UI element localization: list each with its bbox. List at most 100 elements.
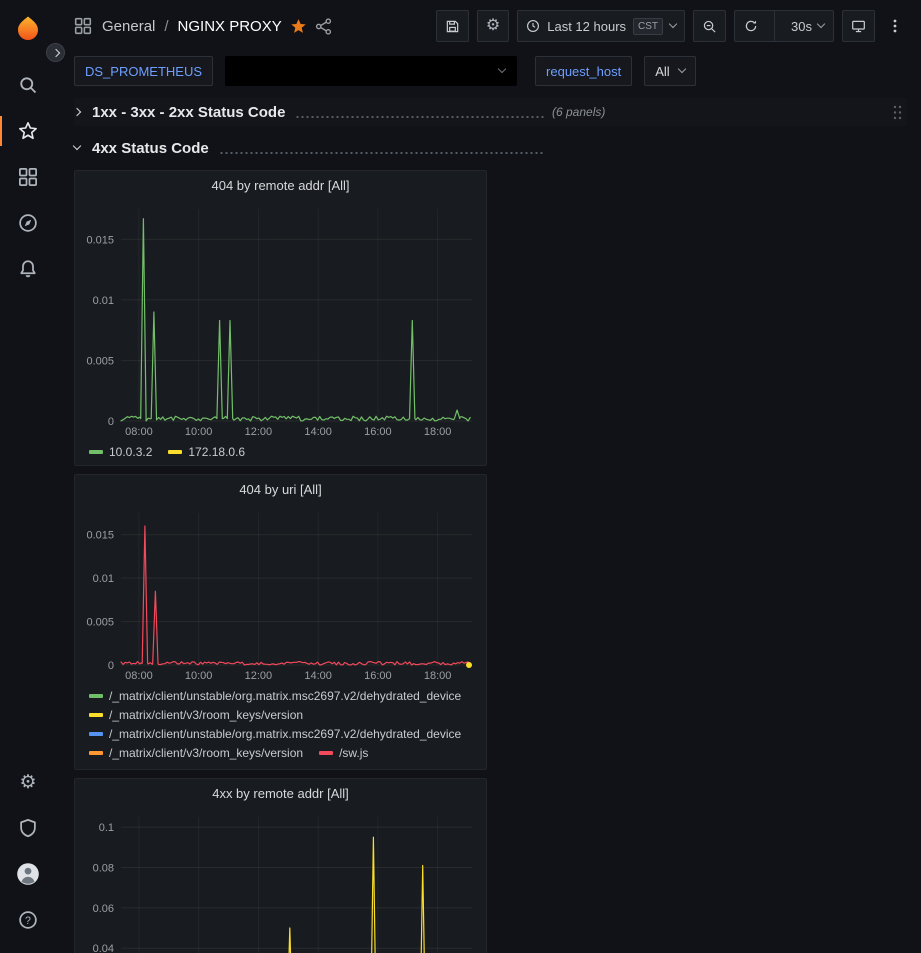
row-drag-handle[interactable] [892, 104, 903, 121]
svg-text:0.005: 0.005 [86, 355, 114, 367]
refresh-interval-dropdown[interactable]: 30s [782, 11, 833, 41]
gear-icon: ⚙ [486, 18, 500, 34]
svg-text:0.01: 0.01 [93, 573, 114, 585]
legend-item[interactable]: /_matrix/client/v3/room_keys/version [89, 745, 303, 761]
time-range-label: Last 12 hours [547, 19, 626, 34]
save-icon [445, 19, 460, 34]
sidebar-item-alerting[interactable] [0, 246, 56, 292]
chevron-down-icon [74, 147, 92, 149]
svg-text:0: 0 [108, 416, 114, 428]
request-host-select[interactable]: All [644, 56, 695, 86]
chevron-down-icon [817, 20, 825, 28]
sidebar-item-server-admin[interactable] [0, 805, 56, 851]
legend-label: 172.18.0.6 [188, 444, 245, 460]
sidebar-item-dashboards[interactable] [0, 154, 56, 200]
svg-text:18:00: 18:00 [424, 426, 452, 438]
svg-text:10:00: 10:00 [185, 426, 213, 438]
svg-text:14:00: 14:00 [304, 670, 332, 682]
svg-text:16:00: 16:00 [364, 426, 392, 438]
chevron-right-icon [51, 48, 59, 56]
request-host-variable-label[interactable]: request_host [535, 56, 632, 86]
legend-item[interactable]: 10.0.3.2 [89, 444, 152, 460]
svg-text:08:00: 08:00 [125, 426, 153, 438]
chevron-down-icon [498, 65, 506, 73]
row-title: 4xx Status Code [92, 140, 209, 157]
legend-item[interactable]: /_matrix/client/unstable/org.matrix.msc2… [89, 688, 461, 704]
time-range-picker[interactable]: Last 12 hours CST [517, 10, 685, 42]
grafana-flame-icon [15, 15, 41, 41]
sidebar-item-starred[interactable] [0, 108, 56, 154]
save-dashboard-button[interactable] [436, 10, 469, 42]
panels-grid: 404 by remote addr [All]08:0010:0012:001… [74, 170, 907, 953]
datasource-select[interactable] [225, 56, 517, 86]
shield-icon [18, 818, 38, 838]
row-header-4xx[interactable]: 4xx Status Code [74, 134, 907, 162]
svg-text:0.005: 0.005 [86, 617, 114, 629]
monitor-icon [851, 19, 866, 34]
avatar [16, 862, 40, 886]
panel-legend: 10.0.3.2 172.18.0.6 [75, 441, 486, 465]
dashboard-settings-button[interactable]: ⚙ [477, 10, 509, 42]
panel-title[interactable]: 4xx by remote addr [All] [75, 779, 486, 807]
svg-text:0.06: 0.06 [93, 903, 114, 915]
top-bar: General / NGINX PROXY ⚙ Last 12 hours CS… [56, 0, 921, 52]
refresh-button[interactable] [735, 11, 767, 41]
sidebar-item-explore[interactable] [0, 200, 56, 246]
svg-text:0.1: 0.1 [99, 822, 114, 834]
clock-icon [526, 19, 540, 33]
variables-bar: DS_PROMETHEUS request_host All [56, 52, 921, 90]
panel: 4xx by remote addr [All]08:0010:0012:001… [74, 778, 487, 953]
time-series-chart[interactable]: 08:0010:0012:0014:0016:0018:0000.0050.01… [75, 199, 486, 441]
button-divider [774, 11, 775, 41]
dotted-leader [219, 152, 544, 154]
legend-item[interactable]: 172.18.0.6 [168, 444, 245, 460]
sidebar-item-help[interactable]: ? [0, 897, 56, 943]
compass-icon [18, 213, 38, 233]
refresh-button-group: 30s [734, 10, 834, 42]
zoom-out-time-button[interactable] [693, 10, 726, 42]
drag-dots-icon [892, 104, 903, 121]
legend-label: /_matrix/client/v3/room_keys/version [109, 745, 303, 761]
sidebar-item-profile[interactable] [0, 851, 56, 897]
sidebar-item-configuration[interactable]: ⚙ [0, 759, 56, 805]
tv-mode-button[interactable] [842, 10, 875, 42]
favorite-star-icon[interactable] [290, 18, 307, 35]
zoom-out-icon [702, 19, 717, 34]
row-header-1xx-3xx-2xx[interactable]: 1xx - 3xx - 2xx Status Code(6 panels) [74, 98, 907, 126]
page-title: NGINX PROXY [178, 18, 282, 35]
svg-text:08:00: 08:00 [125, 670, 153, 682]
search-icon [18, 75, 38, 95]
refresh-icon [744, 19, 758, 33]
time-series-chart[interactable]: 08:0010:0012:0014:0016:0018:0000.020.040… [75, 807, 486, 953]
sidebar-bottom-group: ⚙ ? [0, 759, 56, 943]
apps-grid-icon[interactable] [74, 17, 92, 35]
svg-text:12:00: 12:00 [245, 426, 273, 438]
legend-item[interactable]: /sw.js [319, 745, 368, 761]
time-series-chart[interactable]: 08:0010:0012:0014:0016:0018:0000.0050.01… [75, 503, 486, 685]
share-icon[interactable] [315, 18, 332, 35]
bell-icon [18, 259, 38, 279]
sidebar-item-search[interactable] [0, 62, 56, 108]
svg-text:10:00: 10:00 [185, 670, 213, 682]
legend-color-marker [168, 450, 182, 454]
legend-color-marker [319, 751, 333, 755]
dashboards-icon [18, 167, 38, 187]
panel-title[interactable]: 404 by uri [All] [75, 475, 486, 503]
legend-item[interactable]: /_matrix/client/v3/room_keys/version [89, 707, 303, 723]
legend-color-marker [89, 732, 103, 736]
panel-title[interactable]: 404 by remote addr [All] [75, 171, 486, 199]
chevron-down-icon [669, 20, 677, 28]
legend-color-marker [89, 751, 103, 755]
expand-sidebar-button[interactable] [46, 43, 65, 62]
row-header-left: 4xx Status Code [74, 140, 552, 157]
breadcrumb-folder[interactable]: General [102, 18, 155, 35]
svg-text:?: ? [25, 915, 31, 927]
datasource-variable-label[interactable]: DS_PROMETHEUS [74, 56, 213, 86]
row-title: 1xx - 3xx - 2xx Status Code [92, 104, 285, 121]
svg-text:14:00: 14:00 [304, 426, 332, 438]
dotted-leader [295, 116, 544, 118]
row-header-left: 1xx - 3xx - 2xx Status Code [74, 104, 552, 121]
grafana-logo[interactable] [0, 8, 56, 48]
legend-item[interactable]: /_matrix/client/unstable/org.matrix.msc2… [89, 726, 461, 742]
more-options-button[interactable] [883, 10, 907, 42]
